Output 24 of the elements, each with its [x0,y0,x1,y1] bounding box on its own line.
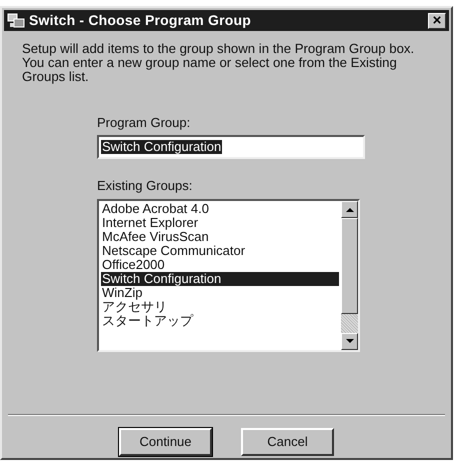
list-item[interactable]: Adobe Acrobat 4.0 [101,202,339,216]
scroll-up-button[interactable] [341,200,358,218]
scroll-down-button[interactable] [341,332,358,350]
instructions-text: Setup will add items to the group shown in the Program Group box. You can enter a new group name or select one from the Existing Groups list. [21,40,416,84]
program-group-field[interactable]: Switch Configuration [97,135,365,160]
list-label: Existing Groups: [97,179,194,194]
field-label: Program Group: [97,116,192,130]
list-item[interactable]: McAfee VirusScan [101,230,339,244]
down-arrow-icon [346,338,354,344]
list-item[interactable]: スタートアップ [101,314,339,328]
window-title: Switch - Choose Program Group [29,12,252,28]
list-item[interactable]: WinZip [101,286,339,300]
list-item[interactable]: Internet Explorer [101,216,339,230]
up-arrow-icon [346,206,354,212]
list-item[interactable]: Netscape Communicator [101,244,339,258]
program-group-icon [7,12,25,28]
scrollbar[interactable] [341,200,358,350]
list-item[interactable]: Switch Configuration [101,272,339,286]
close-button[interactable]: × [428,12,446,28]
list-item[interactable]: Office2000 [101,258,339,272]
dialog-button[interactable]: Continue [119,428,212,456]
list-item[interactable]: アクセサリ [101,300,339,314]
dialog-button[interactable]: Cancel [241,428,334,456]
scroll-thumb[interactable] [341,218,358,314]
